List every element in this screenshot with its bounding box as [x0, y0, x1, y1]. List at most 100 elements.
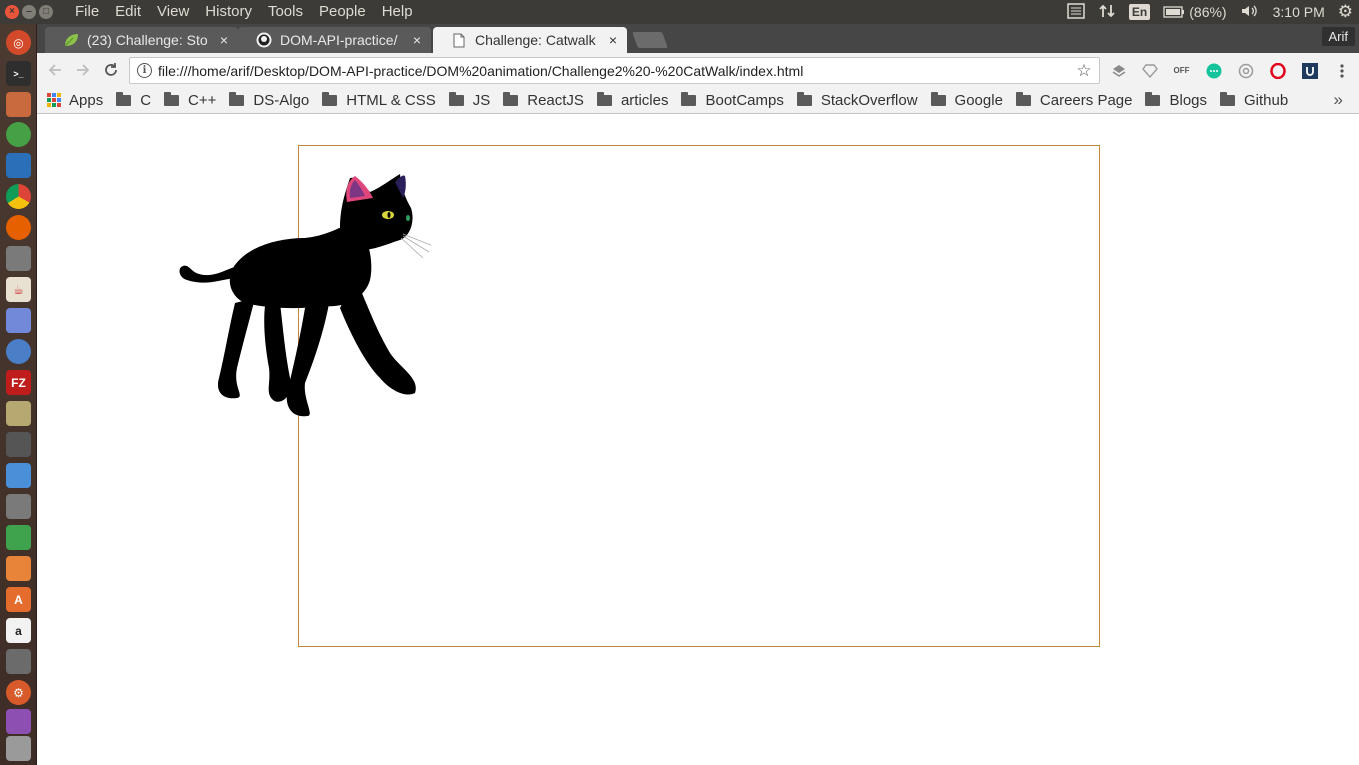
- extension-gem-icon[interactable]: [1141, 62, 1158, 79]
- opera-icon[interactable]: [1269, 62, 1286, 79]
- file-manager-icon[interactable]: [6, 92, 31, 117]
- keyboard-layout-indicator[interactable]: En: [1128, 4, 1151, 20]
- close-tab-icon[interactable]: ×: [220, 32, 228, 48]
- github-icon: [256, 32, 272, 48]
- extension-at-icon[interactable]: [1237, 62, 1254, 79]
- bookmark-folder-c[interactable]: C: [116, 87, 151, 114]
- close-tab-icon[interactable]: ×: [413, 32, 421, 48]
- back-button[interactable]: [44, 59, 66, 81]
- tab-challenge-catwalk[interactable]: Challenge: Catwalk ×: [433, 27, 627, 53]
- bookmark-folder-js[interactable]: JS: [448, 87, 490, 114]
- trash-icon[interactable]: [6, 736, 31, 761]
- menu-help[interactable]: Help: [374, 0, 421, 24]
- slideshow-icon[interactable]: [6, 494, 31, 519]
- menu-edit[interactable]: Edit: [107, 0, 149, 24]
- tab-challenge-stopwatch[interactable]: (23) Challenge: Sto ×: [45, 27, 238, 53]
- system-settings-icon[interactable]: ⚙: [6, 680, 31, 705]
- settings-gear-icon[interactable]: ⚙: [1338, 2, 1353, 22]
- bookmark-label: StackOverflow: [820, 91, 918, 109]
- new-tab-button[interactable]: [632, 32, 668, 48]
- java-icon[interactable]: ☕: [6, 277, 31, 302]
- folder-icon: [1145, 91, 1161, 106]
- page-content: [37, 115, 1359, 765]
- bookmark-folder-stackoverflow[interactable]: StackOverflow: [796, 87, 918, 114]
- extension-u-icon[interactable]: [1301, 62, 1318, 79]
- terminal-icon[interactable]: >_: [6, 61, 31, 86]
- filezilla-icon[interactable]: FZ: [6, 370, 31, 395]
- battery-indicator[interactable]: (86%): [1163, 4, 1227, 20]
- maximize-window-button[interactable]: □: [39, 5, 53, 19]
- arrow-right-icon: [77, 64, 90, 76]
- menu-file[interactable]: File: [67, 0, 107, 24]
- spreadsheet-icon[interactable]: [6, 525, 31, 550]
- presentation-icon[interactable]: [6, 556, 31, 581]
- reload-button[interactable]: [100, 59, 122, 81]
- folder-icon: [448, 91, 464, 106]
- volume-icon[interactable]: [1240, 3, 1260, 22]
- tab-dom-api-practice[interactable]: DOM-API-practice/ ×: [238, 27, 431, 53]
- folder-icon: [930, 91, 946, 106]
- firefox-icon[interactable]: [6, 215, 31, 240]
- bookmark-folder-google[interactable]: Google: [930, 87, 1003, 114]
- reload-icon: [105, 63, 117, 76]
- vscode-icon[interactable]: [6, 153, 31, 178]
- bookmark-folder-bootcamps[interactable]: BootCamps: [681, 87, 784, 114]
- menu-list-icon[interactable]: [1067, 2, 1085, 22]
- menu-view[interactable]: View: [149, 0, 197, 24]
- chrome-menu-icon[interactable]: [1333, 62, 1350, 79]
- folder-icon: [229, 91, 245, 106]
- clock[interactable]: 3:10 PM: [1273, 4, 1325, 20]
- bookmarks-overflow-icon[interactable]: »: [1334, 90, 1343, 110]
- document-icon[interactable]: [6, 463, 31, 488]
- menu-people[interactable]: People: [311, 0, 374, 24]
- tab-strip: (23) Challenge: Sto × DOM-API-practice/ …: [37, 24, 1359, 53]
- profile-button[interactable]: Arif: [1321, 27, 1355, 46]
- folder-icon: [1015, 91, 1031, 106]
- battery-icon: [1163, 6, 1185, 18]
- ubuntu-dash-icon[interactable]: ◎: [6, 30, 31, 55]
- bookmark-folder-ds-algo[interactable]: DS-Algo: [229, 87, 309, 114]
- bookmark-folder-github[interactable]: Github: [1220, 87, 1288, 114]
- chromium-icon[interactable]: [6, 339, 31, 364]
- bookmark-apps[interactable]: Apps: [37, 87, 103, 114]
- bookmark-star-icon[interactable]: ☆: [1073, 61, 1095, 81]
- menu-tools[interactable]: Tools: [260, 0, 311, 24]
- bookmark-folder-html-css[interactable]: HTML & CSS: [322, 87, 436, 114]
- extension-chat-icon[interactable]: [1205, 62, 1222, 79]
- info-icon[interactable]: i: [137, 63, 152, 78]
- bookmark-folder-blogs[interactable]: Blogs: [1145, 87, 1207, 114]
- battery-percent: (86%): [1189, 4, 1227, 20]
- extension-layers-icon[interactable]: [1110, 62, 1127, 79]
- folder-icon: [322, 91, 338, 106]
- network-arrows-icon[interactable]: [1098, 3, 1116, 22]
- video-editor-icon[interactable]: [6, 432, 31, 457]
- menu-history[interactable]: History: [197, 0, 260, 24]
- bookmark-label: ReactJS: [527, 91, 584, 109]
- apps-grid-icon: [47, 93, 61, 107]
- image-viewer-icon[interactable]: [6, 401, 31, 426]
- forward-button[interactable]: [72, 59, 94, 81]
- bookmark-folder-articles[interactable]: articles: [596, 87, 668, 114]
- bookmark-label: C: [140, 91, 152, 109]
- system-tray: En (86%) 3:10 PM ⚙: [1067, 0, 1359, 24]
- software-center-icon[interactable]: A: [6, 587, 31, 612]
- close-tab-icon[interactable]: ×: [609, 32, 617, 48]
- tab-title: Challenge: Catwalk: [475, 32, 596, 48]
- amazon-icon[interactable]: a: [6, 618, 31, 643]
- bookmark-folder-reactjs[interactable]: ReactJS: [503, 87, 584, 114]
- discord-icon[interactable]: [6, 308, 31, 333]
- workspace-switcher-icon[interactable]: [6, 709, 31, 734]
- extension-off-icon[interactable]: OFF: [1173, 62, 1190, 79]
- drive-icon[interactable]: [6, 649, 31, 674]
- minimize-window-button[interactable]: –: [22, 5, 36, 19]
- bookmark-folder-careers-page[interactable]: Careers Page: [1015, 87, 1132, 114]
- address-bar[interactable]: i file:///home/arif/Desktop/DOM-API-prac…: [129, 57, 1100, 84]
- bookmark-label: C++: [188, 91, 217, 109]
- chrome-app-icon[interactable]: [6, 122, 31, 147]
- folder-icon: [596, 91, 612, 106]
- bookmark-folder-cpp[interactable]: C++: [164, 87, 216, 114]
- camera-icon[interactable]: [6, 246, 31, 271]
- chrome-icon[interactable]: [6, 184, 31, 209]
- close-window-button[interactable]: ×: [5, 5, 19, 19]
- url-text[interactable]: file:///home/arif/Desktop/DOM-API-practi…: [158, 63, 1073, 79]
